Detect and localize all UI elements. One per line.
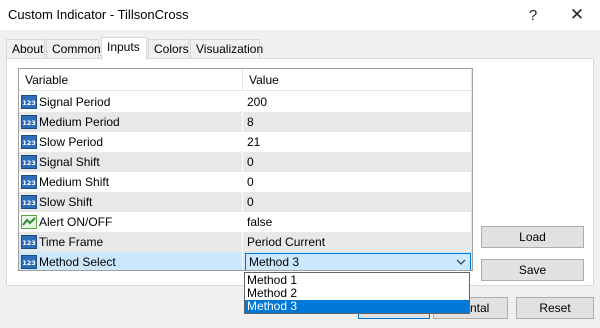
save-button[interactable]: Save <box>481 259 584 281</box>
variable-name: Medium Shift <box>39 175 110 189</box>
load-button[interactable]: Load <box>481 226 584 248</box>
variable-name: Slow Period <box>39 135 104 149</box>
column-header-variable[interactable]: Variable <box>19 69 243 91</box>
variable-name: Alert ON/OFF <box>39 215 113 229</box>
table-row[interactable]: Alert ON/OFF false <box>19 212 472 232</box>
grid-header: Variable Value <box>19 69 472 91</box>
table-row[interactable]: 123 Medium Shift 0 <box>19 172 472 192</box>
title-bar: Custom Indicator - TillsonCross ? ✕ <box>0 0 600 30</box>
variable-value[interactable]: 8 <box>244 112 471 132</box>
int-icon: 123 <box>21 95 37 109</box>
int-icon: 123 <box>21 235 37 249</box>
variable-name: Method Select <box>39 255 116 269</box>
table-row[interactable]: 123 Slow Period 21 <box>19 132 472 152</box>
variable-name: Slow Shift <box>39 195 93 209</box>
reset-button[interactable]: Reset <box>516 297 594 319</box>
variable-name: Medium Period <box>39 115 120 129</box>
scrollbar-track[interactable] <box>471 69 472 270</box>
method-select-combobox[interactable]: Method 3 <box>245 253 471 270</box>
int-icon: 123 <box>21 135 37 149</box>
variable-value[interactable]: 0 <box>244 192 471 212</box>
tab-common[interactable]: Common <box>46 39 101 59</box>
tab-visualization[interactable]: Visualization <box>190 39 263 59</box>
variable-cell: 123 Medium Period <box>19 112 243 132</box>
table-row[interactable]: 123 Signal Period 200 <box>19 92 472 112</box>
variable-name: Signal Shift <box>39 155 100 169</box>
table-row[interactable]: 123 Medium Period 8 <box>19 112 472 132</box>
variable-cell: 123 Method Select <box>19 252 243 270</box>
int-icon: 123 <box>21 115 37 129</box>
help-button[interactable]: ? <box>510 0 556 30</box>
method-dropdown-list: Method 1 Method 2 Method 3 <box>244 272 470 314</box>
inputs-grid: Variable Value 123 Signal Period 200 123… <box>18 68 473 271</box>
variable-cell: 123 Signal Period <box>19 92 243 112</box>
svg-text:123: 123 <box>22 99 36 107</box>
window-title: Custom Indicator - TillsonCross <box>8 7 189 22</box>
variable-cell: Alert ON/OFF <box>19 212 243 232</box>
column-header-value[interactable]: Value <box>243 69 471 91</box>
cancel-label: ntal <box>470 301 490 315</box>
svg-text:123: 123 <box>22 259 36 267</box>
table-row[interactable]: 123 Slow Shift 0 <box>19 192 472 212</box>
variable-value[interactable]: false <box>244 212 471 232</box>
variable-value[interactable]: 200 <box>244 92 471 112</box>
int-icon: 123 <box>21 195 37 209</box>
variable-value[interactable]: 0 <box>244 152 471 172</box>
table-row-selected[interactable]: 123 Method Select Method 3 <box>19 252 472 270</box>
chevron-down-icon[interactable] <box>456 258 466 266</box>
variable-cell: 123 Slow Shift <box>19 192 243 212</box>
int-icon: 123 <box>21 175 37 189</box>
table-row[interactable]: 123 Time Frame Period Current <box>19 232 472 252</box>
variable-name: Time Frame <box>39 235 104 249</box>
variable-value[interactable]: Period Current <box>244 232 471 252</box>
variable-cell: 123 Signal Shift <box>19 152 243 172</box>
svg-text:123: 123 <box>22 199 36 207</box>
svg-text:123: 123 <box>22 239 36 247</box>
variable-cell: 123 Time Frame <box>19 232 243 252</box>
tab-colors[interactable]: Colors <box>148 39 189 59</box>
variable-value[interactable]: 21 <box>244 132 471 152</box>
combobox-value: Method 3 <box>249 255 300 269</box>
dropdown-option-selected[interactable]: Method 3 <box>245 300 469 313</box>
variable-name: Signal Period <box>39 95 111 109</box>
tab-about[interactable]: About <box>6 39 45 59</box>
bool-icon <box>21 215 37 229</box>
variable-value[interactable]: 0 <box>244 172 471 192</box>
svg-text:123: 123 <box>22 159 36 167</box>
svg-text:123: 123 <box>22 179 36 187</box>
variable-cell: 123 Medium Shift <box>19 172 243 192</box>
svg-text:123: 123 <box>22 119 36 127</box>
close-button[interactable]: ✕ <box>554 0 600 30</box>
int-icon: 123 <box>21 155 37 169</box>
svg-text:123: 123 <box>22 139 36 147</box>
variable-cell: 123 Slow Period <box>19 132 243 152</box>
int-icon: 123 <box>21 255 37 269</box>
table-row[interactable]: 123 Signal Shift 0 <box>19 152 472 172</box>
tab-inputs[interactable]: Inputs <box>101 37 147 60</box>
